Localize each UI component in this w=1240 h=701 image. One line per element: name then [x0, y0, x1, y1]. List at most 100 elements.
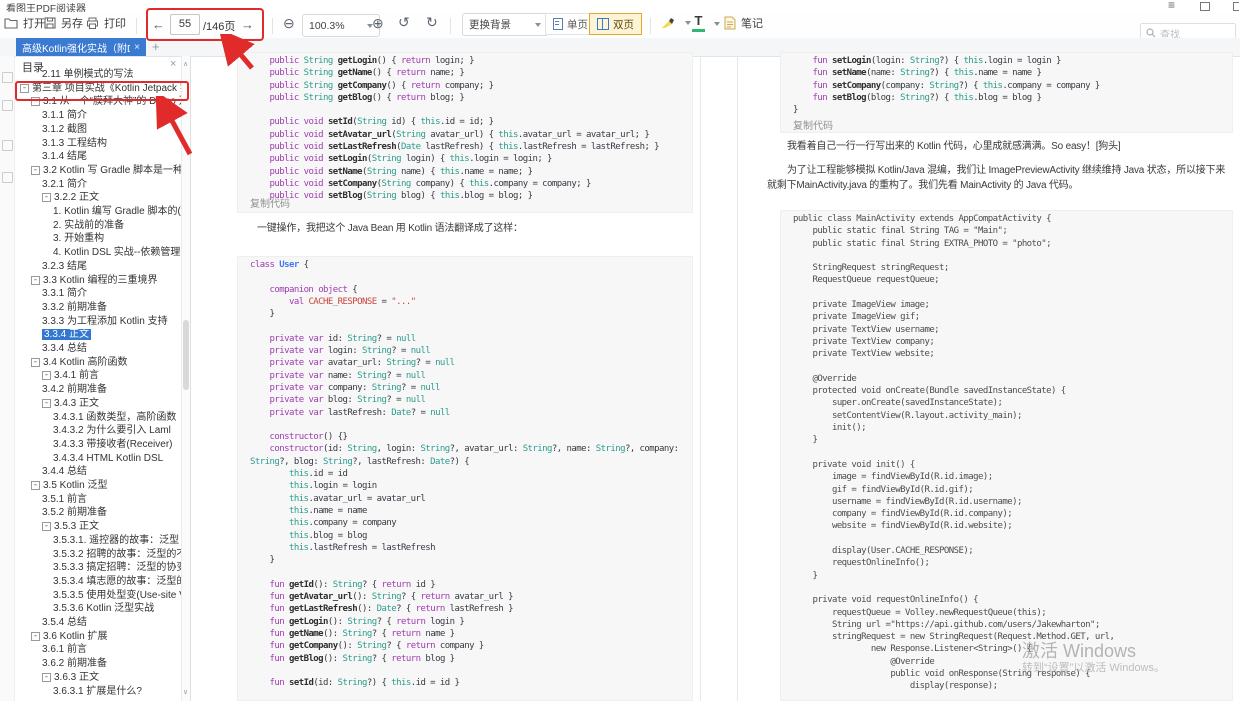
- toc-item[interactable]: 3.6.2 前期准备: [0, 657, 181, 671]
- toc-item-label: 3.5.4 总结: [42, 617, 88, 628]
- paragraph: 我看着自己一行一行写出来的 Kotlin 代码，心里成就感满满。So easy！…: [787, 141, 1121, 152]
- collapse-icon[interactable]: -: [31, 481, 40, 490]
- toc-item[interactable]: 4. Kotlin DSL 实战--依赖管理: [0, 246, 181, 260]
- toc-item[interactable]: -3.2.2 正文: [0, 191, 181, 205]
- toc-item-label: 3.4.3.1 函数类型，高阶函数: [53, 411, 177, 423]
- menu-icon[interactable]: ≡: [1168, 0, 1175, 11]
- toc-item[interactable]: 1. Kotlin 编写 Gradle 脚本的(: [0, 205, 181, 219]
- text-tool-button[interactable]: T: [692, 14, 720, 32]
- collapse-icon[interactable]: -: [42, 522, 51, 532]
- collapse-icon[interactable]: -: [31, 275, 40, 285]
- toc-item[interactable]: 3.3.2 前期准备: [0, 301, 181, 315]
- toc-item[interactable]: 3.2.3 结尾: [0, 260, 181, 274]
- scroll-down-icon[interactable]: ∨: [183, 688, 188, 696]
- toc-item[interactable]: -3.5 Kotlin 泛型: [0, 479, 181, 493]
- print-button[interactable]: 打印: [86, 15, 126, 31]
- toc-item[interactable]: 3.4.3.1 函数类型，高阶函数: [0, 411, 181, 425]
- change-background-button[interactable]: 更换背景: [462, 13, 548, 36]
- collapse-icon[interactable]: -: [42, 672, 51, 682]
- pdf-reader-window: { "window": { "title": "看图王PDF阅读器" }, "t…: [0, 0, 1240, 701]
- toc-item-label: 3.2.3 结尾: [42, 260, 88, 272]
- collapse-icon[interactable]: -: [42, 193, 51, 203]
- sidebar-scrollbar-thumb[interactable]: [183, 320, 189, 390]
- annotation-arrow-toolbar: [218, 34, 255, 70]
- toc-item[interactable]: -3.3 Kotlin 编程的三重境界: [0, 274, 181, 288]
- new-tab-button[interactable]: +: [152, 39, 160, 54]
- toc-item[interactable]: -3.5.3 正文: [0, 520, 181, 534]
- toc-item[interactable]: 3. 开始重构: [0, 232, 181, 246]
- collapse-icon[interactable]: -: [31, 165, 40, 175]
- toc-item[interactable]: 3.5.3.3 搞定招聘：泛型的协变: [0, 561, 181, 575]
- toc-item[interactable]: 3.4.3.2 为什么要引入 Laml: [0, 424, 181, 438]
- left-page-edge: [700, 56, 701, 701]
- toc-item-label: 3.4 Kotlin 高阶函数: [43, 356, 128, 368]
- code-block-java-getters-setters: public String getLogin() { return login;…: [237, 52, 693, 213]
- save-as-button[interactable]: 另存: [44, 15, 83, 31]
- toc-item[interactable]: 2.11 单例模式的写法: [0, 68, 181, 82]
- open-button[interactable]: 打开: [4, 15, 45, 31]
- toc-item-label: 3.5 Kotlin 泛型: [43, 480, 108, 491]
- right-page-edge: [737, 56, 738, 701]
- toc-item[interactable]: -3.6.3 正文: [0, 671, 181, 685]
- toc-item[interactable]: 3.3.4 正文: [0, 328, 181, 342]
- copy-code-link[interactable]: 复制代码: [250, 195, 290, 210]
- toc-item[interactable]: 3.5.3.1. 遥控器的故事：泛型: [0, 534, 181, 548]
- toc-item-label: 3.1.1 简介: [42, 110, 88, 122]
- rotate-left-icon[interactable]: ↺: [398, 15, 410, 29]
- toc-item-label: 3.5.3.4 填志愿的故事：泛型的: [53, 575, 181, 587]
- toc-item[interactable]: 3.2.1 简介: [0, 178, 181, 192]
- zoom-level-dropdown[interactable]: 100.3%: [302, 14, 380, 37]
- toc-item[interactable]: 3.5.4 总结: [0, 616, 181, 630]
- toc-item[interactable]: 3.5.3.2 招聘的故事：泛型的不: [0, 548, 181, 562]
- tab-close-icon[interactable]: ×: [134, 42, 140, 53]
- toc-item-label: 3.2.1 简介: [42, 178, 88, 190]
- toc-item[interactable]: 3.4.3.3 带接收者(Receiver): [0, 438, 181, 452]
- toc-item[interactable]: 3.5.2 前期准备: [0, 506, 181, 520]
- toc-item-label: 3.5.3 正文: [54, 521, 100, 533]
- toc-item[interactable]: -3.4.3 正文: [0, 397, 181, 411]
- toc-item[interactable]: 2. 实战前的准备: [0, 219, 181, 233]
- toc-item-label: 3.3.1 简介: [42, 288, 88, 300]
- toc-item[interactable]: 3.6.3.1 扩展是什么?: [0, 685, 181, 699]
- code-block-mainactivity-java: public class MainActivity extends AppCom…: [780, 210, 1233, 701]
- toc-item[interactable]: 3.4.3.4 HTML Kotlin DSL: [0, 452, 181, 466]
- toc-item[interactable]: 3.5.3.4 填志愿的故事：泛型的: [0, 575, 181, 589]
- toc-item-label: 3.5.3.1. 遥控器的故事：泛型: [53, 534, 180, 546]
- collapse-icon[interactable]: -: [42, 398, 51, 408]
- toc-item[interactable]: 3.4.2 前期准备: [0, 383, 181, 397]
- toc-item[interactable]: -3.4 Kotlin 高阶函数: [0, 356, 181, 370]
- toc-item[interactable]: 3.3.1 简介: [0, 287, 181, 301]
- toc-item[interactable]: -3.2 Kotlin 写 Gradle 脚本是一种什么体验: [0, 164, 181, 178]
- toc-item[interactable]: -3.6 Kotlin 扩展: [0, 630, 181, 644]
- toc-item[interactable]: 3.3.3 为工程添加 Kotlin 支持: [0, 315, 181, 329]
- code-block-kotlin-user-class: class User { companion object { val CACH…: [237, 256, 693, 701]
- restore-window-icon[interactable]: [1200, 2, 1210, 11]
- scroll-up-icon[interactable]: ∧: [183, 60, 188, 68]
- document-tab[interactable]: 高级Kotlin强化实战（附Demo ×: [16, 38, 146, 56]
- collapse-icon[interactable]: -: [42, 371, 51, 381]
- copy-code-link[interactable]: 复制代码: [793, 117, 833, 132]
- toc-item-label: 3.6.3 正文: [54, 671, 100, 683]
- toc-item[interactable]: -3.4.1 前言: [0, 369, 181, 383]
- toc-item[interactable]: 3.3.4 总结: [0, 342, 181, 356]
- toc-item-label: 3.5.3.6 Kotlin 泛型实战: [53, 603, 155, 615]
- toc-item-label: 3.4.4 总结: [42, 466, 88, 478]
- rotate-right-icon[interactable]: ↻: [426, 15, 438, 29]
- toc-item-label: 3.6.1 前言: [42, 644, 88, 656]
- highlighter-tool-button[interactable]: [660, 15, 691, 30]
- save-icon: [44, 17, 56, 29]
- window-edge-icon[interactable]: [1233, 2, 1239, 11]
- collapse-icon[interactable]: -: [31, 357, 40, 367]
- toc-item[interactable]: 3.5.3.5 使用处型变(Use-site V: [0, 589, 181, 603]
- note-button[interactable]: 笔记: [724, 15, 763, 31]
- zoom-out-icon[interactable]: ⊖: [283, 16, 295, 30]
- double-page-toggle[interactable]: 双页: [589, 13, 642, 35]
- collapse-icon[interactable]: -: [31, 631, 40, 641]
- toc-item[interactable]: 3.4.4 总结: [0, 465, 181, 479]
- chevron-down-icon: [685, 20, 691, 25]
- zoom-in-icon[interactable]: ⊕: [372, 16, 384, 30]
- toc-item[interactable]: 3.5.1 前言: [0, 493, 181, 507]
- toc-item-label: 3.4.2 前期准备: [42, 384, 108, 396]
- toc-item[interactable]: 3.6.1 前言: [0, 643, 181, 657]
- toc-item[interactable]: 3.5.3.6 Kotlin 泛型实战: [0, 602, 181, 616]
